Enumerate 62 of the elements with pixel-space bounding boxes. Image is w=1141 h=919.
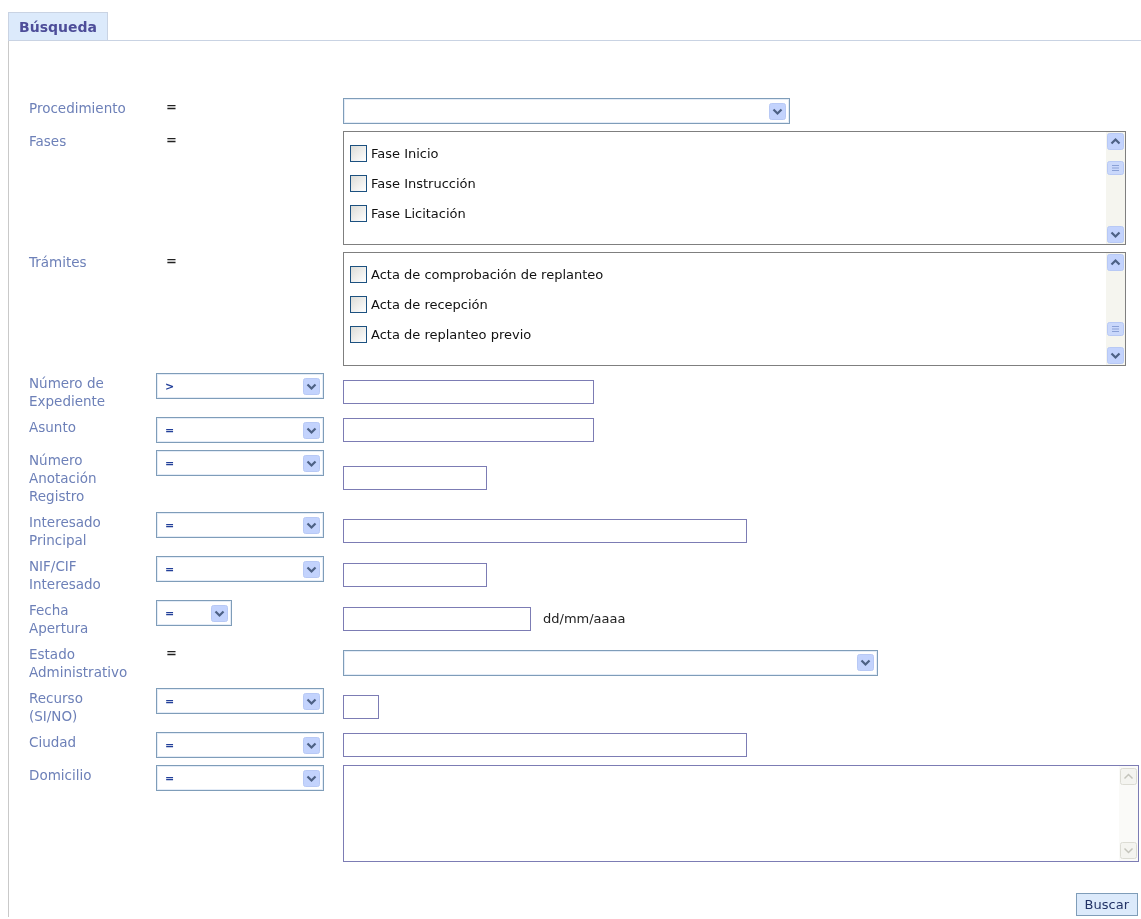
search-button[interactable]: Buscar xyxy=(1075,893,1138,916)
operator-text: = xyxy=(165,98,177,116)
operator-text: = xyxy=(165,252,177,270)
scroll-up-icon xyxy=(1120,768,1137,785)
text-field[interactable] xyxy=(343,694,379,719)
operator-dropdown[interactable]: = xyxy=(156,556,324,582)
text-field[interactable] xyxy=(343,418,594,442)
scroll-thumb-icon[interactable] xyxy=(1107,322,1124,336)
operator-dropdown[interactable]: = xyxy=(156,512,324,538)
operator-dropdown[interactable]: = xyxy=(156,600,232,626)
text-field[interactable] xyxy=(343,465,487,490)
checkbox[interactable] xyxy=(350,174,367,192)
checkbox[interactable] xyxy=(350,265,367,283)
field-label: Ciudad xyxy=(29,733,78,751)
checkbox[interactable] xyxy=(350,295,367,313)
checkbox-label[interactable]: Fase Inicio xyxy=(371,145,439,161)
operator-dropdown[interactable]: = xyxy=(156,688,324,714)
search-tab[interactable]: Búsqueda xyxy=(8,12,108,40)
operator-text: = xyxy=(165,131,177,149)
field-label: Recurso (SI/NO) xyxy=(29,689,84,725)
checkbox-label[interactable]: Fase Licitación xyxy=(371,205,466,221)
date-format-hint: dd/mm/aaaa xyxy=(543,611,626,626)
checkbox[interactable] xyxy=(350,325,367,343)
checkbox-label[interactable]: Acta de recepción xyxy=(371,296,488,312)
scroll-thumb-icon[interactable] xyxy=(1107,161,1124,175)
field-label: Trámites xyxy=(29,253,88,271)
operator-dropdown[interactable]: > xyxy=(156,373,324,399)
scroll-down-icon xyxy=(1120,842,1137,859)
field-label: Fecha Apertura xyxy=(29,601,90,637)
text-field[interactable] xyxy=(343,733,747,757)
field-label: Procedimiento xyxy=(29,99,127,117)
operator-dropdown[interactable]: = xyxy=(156,450,324,476)
scroll-down-icon[interactable] xyxy=(1107,347,1124,364)
field-label: Número de Expediente xyxy=(29,374,107,410)
scroll-down-icon[interactable] xyxy=(1107,226,1124,243)
scrollbar[interactable] xyxy=(1106,132,1125,244)
operator-dropdown[interactable]: = xyxy=(156,417,324,443)
operator-text: = xyxy=(165,644,177,662)
field-label: Estado Administrativo xyxy=(29,645,129,681)
checkbox[interactable] xyxy=(350,144,367,162)
dropdown-field[interactable] xyxy=(343,98,790,124)
text-field[interactable] xyxy=(343,379,594,404)
field-label: NIF/CIF Interesado xyxy=(29,557,102,593)
checkbox-label[interactable]: Fase Instrucción xyxy=(371,175,476,191)
field-label: Interesado Principal xyxy=(29,513,102,549)
text-field[interactable] xyxy=(343,606,531,631)
field-label: Asunto xyxy=(29,418,77,436)
text-field[interactable] xyxy=(343,562,487,587)
field-label: Número Anotación Registro xyxy=(29,451,98,505)
text-field[interactable] xyxy=(343,518,747,543)
dropdown-field[interactable] xyxy=(343,649,878,676)
operator-dropdown[interactable]: = xyxy=(156,732,324,758)
scroll-up-icon[interactable] xyxy=(1107,254,1124,271)
operator-dropdown[interactable]: = xyxy=(156,765,324,791)
checkbox-label[interactable]: Acta de replanteo previo xyxy=(371,326,532,342)
field-label: Domicilio xyxy=(29,766,93,784)
field-label: Fases xyxy=(29,132,68,150)
scrollbar[interactable] xyxy=(1106,253,1125,365)
checkbox-label[interactable]: Acta de comprobación de replanteo xyxy=(371,266,604,282)
scroll-up-icon[interactable] xyxy=(1107,133,1124,150)
checkbox[interactable] xyxy=(350,204,367,222)
text-area[interactable] xyxy=(343,765,1139,862)
